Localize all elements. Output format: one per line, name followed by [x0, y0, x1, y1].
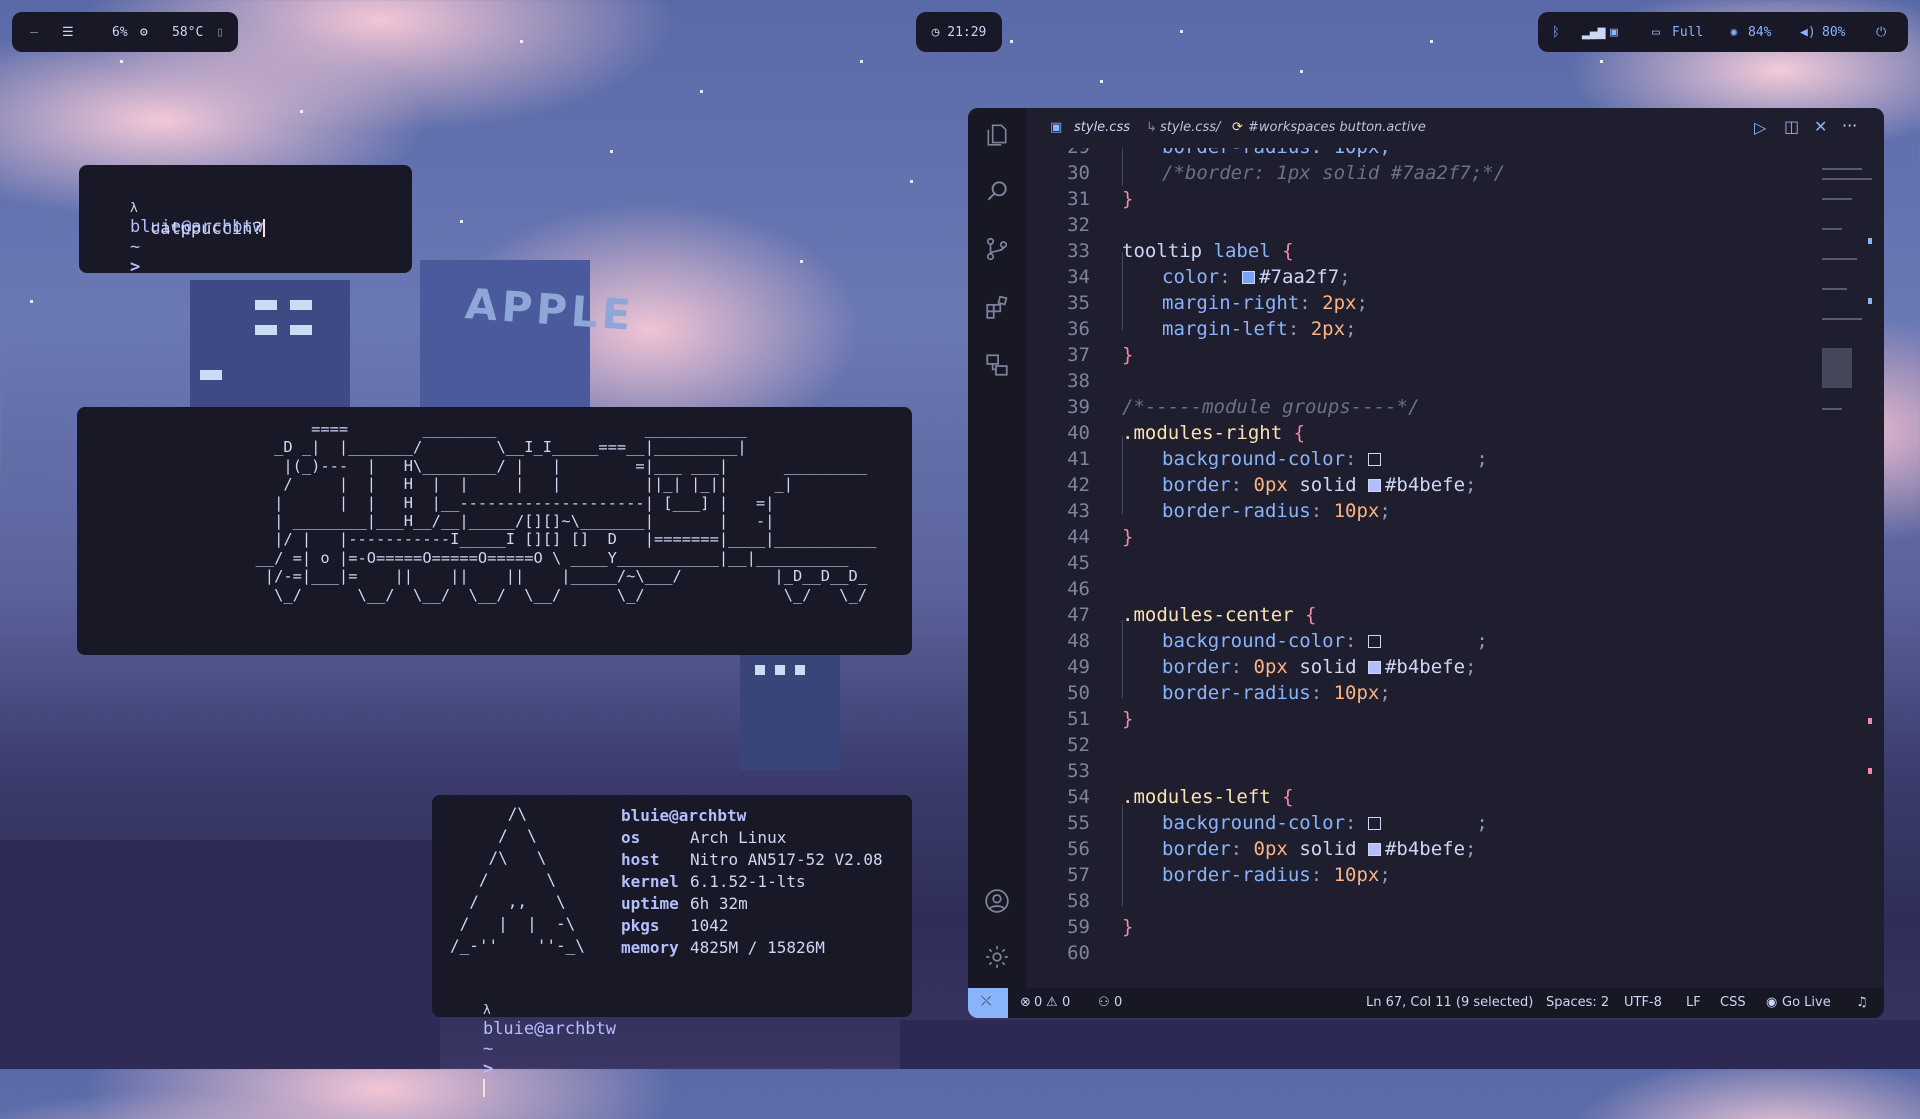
terminal-input[interactable]: catppuccin?: [150, 219, 263, 239]
terminal-window-sl[interactable]: ==== ________ ___________ _D _| |_______…: [77, 407, 912, 655]
prompt-chevron: >: [129, 257, 141, 277]
fetch-key: os: [621, 828, 641, 847]
arch-logo: /\ / \ /\ \ / \ / ,, \ / | | -\ /_-'' ''…: [450, 804, 585, 955]
error-count[interactable]: 0: [1034, 995, 1042, 1010]
volume-icon: ◀): [1800, 24, 1816, 40]
thermometer-icon: ▯: [216, 24, 224, 40]
more-actions-icon[interactable]: ···: [1842, 116, 1857, 135]
color-swatch[interactable]: [1367, 635, 1381, 648]
close-icon[interactable]: ✕: [1814, 117, 1827, 136]
indent-guide: [1122, 148, 1123, 186]
settings-gear-icon[interactable]: [984, 944, 1010, 970]
app-tray-icon[interactable]: ▣: [1610, 25, 1618, 40]
indent-guide: [1122, 804, 1123, 906]
topbar-clock[interactable]: ◷ 21:29: [916, 12, 1002, 52]
prompt-chevron: >: [482, 1059, 494, 1079]
fetch-value: 4825M / 15826M: [690, 938, 825, 957]
errors-icon: ⊗: [1020, 995, 1031, 1010]
selector-icon: ⟳: [1232, 120, 1243, 135]
go-live-button[interactable]: Go Live: [1782, 995, 1831, 1010]
power-icon[interactable]: ⏻: [1876, 25, 1886, 40]
breadcrumb-separator-icon: ↳: [1146, 120, 1157, 135]
wifi-icon[interactable]: ▂▄▆: [1582, 25, 1605, 40]
breadcrumb-selector[interactable]: #workspaces button.active: [1248, 120, 1426, 135]
cursor: [262, 219, 265, 237]
broadcast-icon: ◉: [1766, 995, 1778, 1010]
fetch-key: host: [621, 850, 660, 869]
warning-icon: ⚠: [1046, 995, 1058, 1010]
fetch-key: pkgs: [621, 916, 660, 935]
fetch-value: 1042: [690, 916, 729, 935]
fetch-key: uptime: [621, 894, 679, 913]
fetch-value: 6h 32m: [690, 894, 748, 913]
fetch-value: Arch Linux: [690, 828, 787, 847]
source-control-icon[interactable]: [984, 236, 1010, 262]
remote-icon: ⤬: [981, 994, 992, 1009]
color-swatch[interactable]: [1367, 661, 1381, 674]
editor-tabbar: ▣ style.css ↳ style.css/ ⟳ #workspaces b…: [1026, 108, 1884, 148]
color-swatch[interactable]: [1367, 479, 1381, 492]
css-file-icon: ▣: [1050, 120, 1063, 135]
topbar-right: ᛒ ▂▄▆ ▣ ▭ Full ✺ 84% ◀) 80% ⏻: [1538, 12, 1908, 52]
clock-time: 21:29: [947, 24, 987, 40]
fetch-value: Nitro AN517-52 V2.08: [690, 850, 883, 869]
indentation[interactable]: Spaces: 2: [1546, 995, 1609, 1010]
split-editor-icon[interactable]: ◫: [1784, 117, 1799, 136]
account-icon[interactable]: [984, 888, 1010, 914]
vscode-window: ▣ style.css ↳ style.css/ ⟳ #workspaces b…: [968, 108, 1884, 1018]
fetch-key: kernel: [621, 872, 679, 891]
fetch-key: memory: [621, 938, 679, 957]
brightness-level[interactable]: 84%: [1748, 25, 1771, 40]
extensions-icon[interactable]: [984, 294, 1010, 320]
topbar-left: — ☰ 6% ⚙ 58°C ▯: [12, 12, 238, 52]
remote-indicator[interactable]: ⤬: [968, 988, 1008, 1018]
battery-status: Full: [1672, 24, 1704, 40]
bluetooth-icon[interactable]: ᛒ: [1552, 25, 1560, 40]
color-swatch[interactable]: [1367, 843, 1381, 856]
search-icon[interactable]: [984, 178, 1010, 204]
ports-icon: ⚇: [1098, 995, 1110, 1010]
terminal-window-fetch[interactable]: /\ / \ /\ \ / \ / ,, \ / | | -\ /_-'' ''…: [432, 795, 912, 1097]
breadcrumb-file[interactable]: style.css/: [1160, 120, 1220, 135]
code-editor[interactable]: 29border-radius: 10px; 30/*border: 1px s…: [1026, 148, 1836, 988]
minimap[interactable]: [1810, 148, 1876, 988]
volume-level[interactable]: 80%: [1822, 25, 1845, 40]
prompt-lambda: λ: [482, 1003, 491, 1018]
color-swatch[interactable]: [1242, 271, 1256, 284]
indent-guide: [1122, 620, 1123, 698]
color-swatch[interactable]: [1367, 453, 1381, 466]
fetch-title: bluie@archbtw: [621, 806, 747, 825]
end-of-line[interactable]: LF: [1686, 995, 1701, 1010]
indent-guide: [1122, 436, 1123, 514]
clock-icon: ◷: [931, 24, 948, 40]
language-mode[interactable]: CSS: [1720, 995, 1746, 1010]
fetch-info: bluie@archbtw os Arch Linux host Nitro AN5…: [621, 805, 883, 959]
explorer-icon[interactable]: [984, 122, 1010, 148]
run-icon[interactable]: ▷: [1754, 118, 1766, 137]
status-bar: ⤬ ⊗ 0 ⚠ 0 ⚇ 0 Ln 67, Col 11 (9 selected)…: [968, 988, 1884, 1018]
cursor-position[interactable]: Ln 67, Col 11 (9 selected): [1366, 995, 1533, 1010]
prompt-user: bluie@archbtw: [482, 1019, 617, 1039]
notifications-bell-icon[interactable]: ♫: [1856, 995, 1868, 1010]
brightness-icon: ✺: [1730, 24, 1738, 40]
tab-style-css[interactable]: style.css: [1074, 120, 1130, 135]
warning-count[interactable]: 0: [1062, 995, 1070, 1010]
encoding[interactable]: UTF-8: [1624, 995, 1662, 1010]
temperature: 58°C: [172, 24, 204, 40]
fetch-value: 6.1.52-1-lts: [690, 872, 806, 891]
terminal-window-1[interactable]: λ bluie@archbtw ~ > catppuccin?: [79, 165, 412, 277]
battery-icon: ▭: [1652, 24, 1660, 40]
activity-bar: [968, 108, 1026, 988]
minimize-icon[interactable]: —: [30, 25, 38, 40]
cpu-usage: 6%: [112, 24, 128, 40]
remote-explorer-icon[interactable]: [984, 352, 1010, 378]
sl-train-art: ==== ________ ___________ _D _| |_______…: [255, 420, 877, 604]
ports-count[interactable]: 0: [1114, 995, 1122, 1010]
prompt-tilde: ~: [482, 1039, 494, 1059]
cpu-icon: ⚙: [140, 24, 148, 40]
cursor: [482, 1079, 485, 1097]
color-swatch[interactable]: [1367, 817, 1381, 830]
menu-icon[interactable]: ☰: [62, 25, 74, 40]
